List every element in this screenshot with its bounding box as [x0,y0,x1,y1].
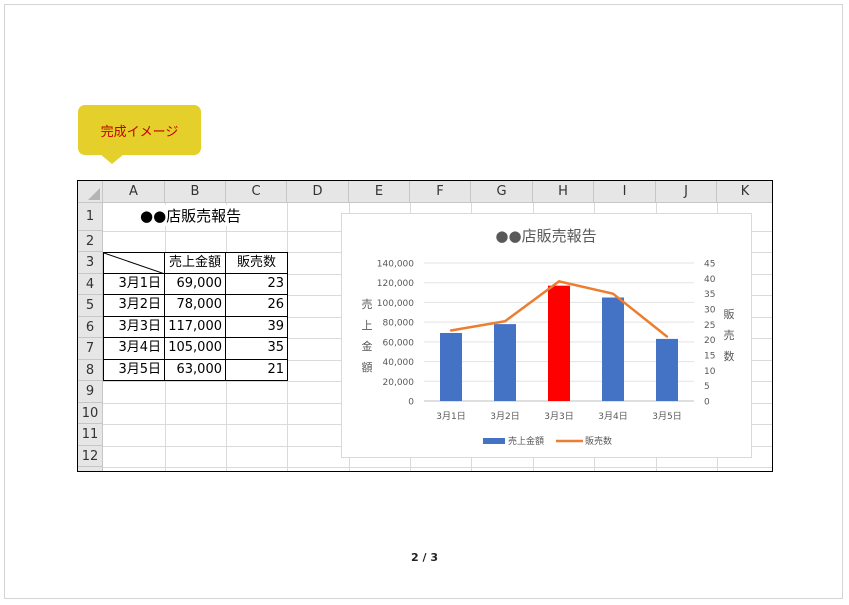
column-header-h[interactable]: H [533,181,594,203]
combo-chart[interactable]: ●●店販売報告 0 20,000 40,000 60,000 80,000 100,000… [341,213,752,458]
chart-title: ●●店販売報告 [495,227,596,245]
y2-tick-label: 20 [704,336,716,346]
header-count[interactable]: 販売数 [226,252,288,274]
legend-label-sales: 売上金額 [508,435,544,447]
header-sales[interactable]: 売上金額 [165,252,226,274]
bar [548,285,570,401]
line-point [611,292,615,295]
table-cell-count[interactable]: 23 [226,274,288,295]
column-header-g[interactable]: G [471,181,533,203]
x-tick-label: 3月5日 [652,411,681,422]
y-tick-label: 0 [408,398,414,408]
data-table: 売上金額 販売数 3月1日 69,000 23 3月2日 78,000 26 3… [103,252,288,381]
callout-label: 完成イメージ [78,105,201,155]
y2-tick-label: 0 [704,398,710,408]
diagonal-header-cell[interactable] [103,252,165,274]
table-cell-sales[interactable]: 63,000 [165,360,226,381]
select-all-corner[interactable] [78,181,103,203]
callout-tail [100,154,124,164]
table-cell-count[interactable]: 39 [226,317,288,338]
column-header-f[interactable]: F [410,181,471,203]
line-point [503,320,507,323]
y2-tick-label: 40 [704,275,716,285]
y-axis-title-char: 上 [362,319,373,332]
y-tick-label: 60,000 [383,338,415,348]
table-cell-date[interactable]: 3月2日 [103,295,165,317]
line-point [665,335,669,338]
bar [602,297,624,401]
table-cell-sales[interactable]: 117,000 [165,317,226,338]
legend-label-count: 販売数 [585,435,612,447]
x-tick-label: 3月3日 [544,411,573,422]
y-axis-title-char: 額 [362,361,373,374]
column-header-c[interactable]: C [226,181,287,203]
x-tick-label: 3月2日 [490,411,519,422]
spreadsheet: A B C D E F G H I J K 1 2 3 4 5 6 7 8 9 … [77,180,773,472]
y2-tick-label: 10 [704,367,716,377]
table-cell-sales[interactable]: 105,000 [165,338,226,360]
table-cell-date[interactable]: 3月5日 [103,360,165,381]
row-header-7[interactable]: 7 [78,338,103,360]
row-header-1[interactable]: 1 [78,203,103,231]
sheet-title[interactable]: ●●店販売報告 [138,205,244,226]
column-header-d[interactable]: D [287,181,349,203]
row-header-2[interactable]: 2 [78,231,103,252]
column-header-b[interactable]: B [165,181,226,203]
column-header-k[interactable]: K [717,181,772,203]
y-tick-label: 80,000 [383,319,415,329]
column-header-a[interactable]: A [103,181,165,203]
gridline [103,467,772,468]
row-header-8[interactable]: 8 [78,360,103,381]
line-point [449,329,453,332]
row-header-9[interactable]: 9 [78,381,103,403]
table-cell-count[interactable]: 21 [226,360,288,381]
column-header-i[interactable]: I [594,181,656,203]
x-tick-label: 3月4日 [598,411,627,422]
y-tick-label: 100,000 [377,299,414,309]
bar [440,332,462,401]
y-tick-label: 120,000 [377,279,414,289]
table-cell-sales[interactable]: 78,000 [165,295,226,317]
row-header-6[interactable]: 6 [78,317,103,338]
y-axis-title-char: 金 [362,339,373,353]
table-cell-date[interactable]: 3月3日 [103,317,165,338]
row-header-3[interactable]: 3 [78,252,103,274]
table-cell-sales[interactable]: 69,000 [165,274,226,295]
chart-svg: ●●店販売報告 0 20,000 40,000 60,000 80,000 100,000… [362,227,735,447]
y-tick-label: 40,000 [383,358,415,368]
table-cell-count[interactable]: 26 [226,295,288,317]
column-header-j[interactable]: J [656,181,717,203]
row-header-12[interactable]: 12 [78,446,103,467]
y-tick-label: 20,000 [383,378,415,388]
bar [656,338,678,401]
row-header-5[interactable]: 5 [78,295,103,317]
row-header-11[interactable]: 11 [78,424,103,446]
row-header-13-partial[interactable] [78,467,103,471]
y2-tick-label: 30 [704,306,716,316]
table-cell-count[interactable]: 35 [226,338,288,360]
y2-axis-title-char: 販 [724,308,735,321]
y-axis-title-char: 売 [362,298,373,311]
table-cell-date[interactable]: 3月1日 [103,274,165,295]
y2-tick-label: 45 [704,260,715,270]
column-header-e[interactable]: E [349,181,410,203]
row-header-4[interactable]: 4 [78,274,103,295]
y2-tick-label: 25 [704,321,715,331]
y2-axis-title-char: 売 [724,329,735,342]
row-header-10[interactable]: 10 [78,403,103,424]
y-tick-label: 140,000 [377,260,414,270]
bar [494,324,516,401]
y2-tick-label: 15 [704,352,715,362]
page-number: 2 / 3 [411,551,438,564]
legend-swatch-sales [483,438,505,444]
x-tick-label: 3月1日 [436,411,465,422]
callout-text: 完成イメージ [100,124,179,140]
y2-tick-label: 5 [704,382,710,392]
y2-axis-title-char: 数 [724,350,735,363]
table-cell-date[interactable]: 3月4日 [103,338,165,360]
line-point [557,280,561,283]
y2-tick-label: 35 [704,290,715,300]
